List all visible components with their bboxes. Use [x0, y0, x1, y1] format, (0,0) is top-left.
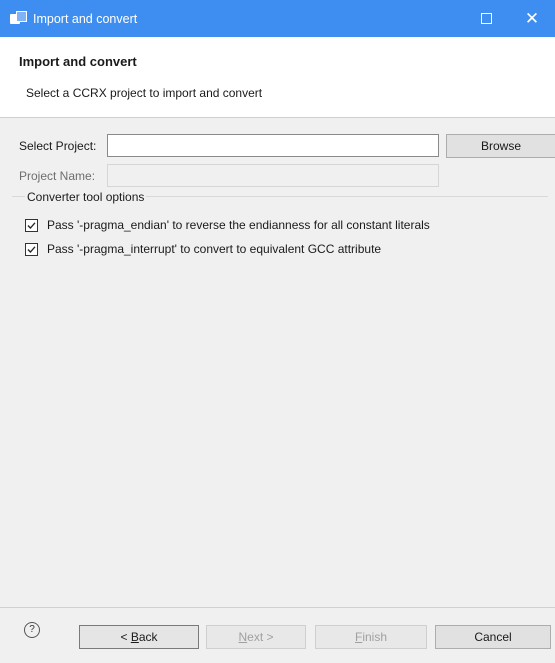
select-project-input[interactable] — [107, 134, 439, 157]
button-bar: ? < Back Next > Finish Cancel — [0, 607, 555, 663]
converter-options-title: Converter tool options — [25, 190, 147, 204]
checkmark-icon — [27, 221, 36, 229]
next-rest: ext > — [247, 630, 274, 644]
back-mnemonic: B — [130, 630, 139, 644]
back-prefix: < — [120, 630, 131, 644]
cancel-button-label: Cancel — [474, 630, 512, 644]
pragma-endian-checkbox[interactable] — [25, 218, 38, 232]
finish-rest: inish — [362, 630, 388, 644]
back-button[interactable]: < Back — [79, 625, 199, 649]
finish-button[interactable]: Finish — [315, 625, 427, 649]
close-button[interactable]: ✕ — [509, 0, 555, 37]
checkmark-icon — [27, 245, 36, 253]
project-name-input[interactable] — [107, 164, 439, 187]
maximize-button[interactable] — [463, 0, 509, 37]
select-project-label: Select Project: — [19, 139, 97, 153]
pragma-interrupt-label: Pass '-pragma_interrupt' to convert to e… — [47, 242, 382, 256]
browse-button-label: Browse — [480, 139, 521, 153]
maximize-icon — [480, 13, 492, 24]
help-icon[interactable]: ? — [24, 622, 40, 638]
title-bar: Import and convert ✕ — [0, 0, 555, 37]
pragma-endian-option[interactable]: Pass '-pragma_endian' to reverse the end… — [25, 218, 430, 232]
page-description: Select a CCRX project to import and conv… — [26, 86, 263, 100]
back-rest: ack — [138, 630, 158, 644]
next-mnemonic: N — [238, 630, 248, 644]
page-title: Import and convert — [19, 54, 137, 69]
finish-mnemonic: F — [354, 630, 363, 644]
next-button[interactable]: Next > — [206, 625, 306, 649]
pragma-endian-label: Pass '-pragma_endian' to reverse the end… — [47, 218, 430, 232]
wizard-banner: Import and convert Select a CCRX project… — [0, 37, 555, 118]
app-icon — [10, 10, 27, 27]
pragma-interrupt-checkbox[interactable] — [25, 242, 38, 256]
cancel-button[interactable]: Cancel — [435, 625, 551, 649]
window-title: Import and convert — [33, 11, 138, 26]
browse-button[interactable]: Browse — [446, 134, 555, 158]
wizard-content: Select Project: Browse Project Name: Con… — [0, 118, 555, 607]
project-name-label: Project Name: — [19, 169, 96, 183]
pragma-interrupt-option[interactable]: Pass '-pragma_interrupt' to convert to e… — [25, 242, 381, 256]
close-icon: ✕ — [524, 8, 540, 28]
